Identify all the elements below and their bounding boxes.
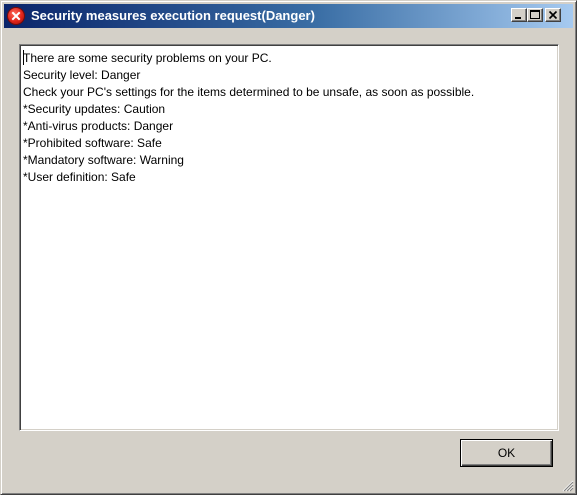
maximize-icon bbox=[530, 10, 540, 19]
maximize-button[interactable] bbox=[527, 8, 543, 22]
message-line: *Security updates: Caution bbox=[23, 102, 166, 116]
message-line: *Prohibited software: Safe bbox=[23, 136, 162, 150]
message-line: Check your PC's settings for the items d… bbox=[23, 85, 475, 99]
message-line: *Anti-virus products: Danger bbox=[23, 119, 174, 133]
ok-button[interactable]: OK bbox=[460, 439, 553, 467]
message-textarea[interactable]: There are some security problems on your… bbox=[19, 44, 559, 431]
message-line: Security level: Danger bbox=[23, 68, 141, 82]
error-x-icon bbox=[8, 8, 24, 24]
message-lines: There are some security problems on your… bbox=[23, 50, 474, 186]
minimize-button[interactable] bbox=[511, 8, 527, 22]
close-icon bbox=[548, 10, 558, 20]
resize-grip-icon[interactable] bbox=[562, 480, 574, 492]
minimize-icon bbox=[515, 17, 521, 19]
close-button[interactable] bbox=[545, 8, 561, 22]
window-title: Security measures execution request(Dang… bbox=[31, 8, 315, 23]
message-line: *User definition: Safe bbox=[23, 170, 136, 184]
title-bar[interactable]: Security measures execution request(Dang… bbox=[4, 4, 573, 28]
text-caret bbox=[23, 50, 24, 65]
message-line: There are some security problems on your… bbox=[23, 51, 272, 65]
message-line: *Mandatory software: Warning bbox=[23, 153, 184, 167]
dialog-window: Security measures execution request(Dang… bbox=[0, 0, 577, 495]
